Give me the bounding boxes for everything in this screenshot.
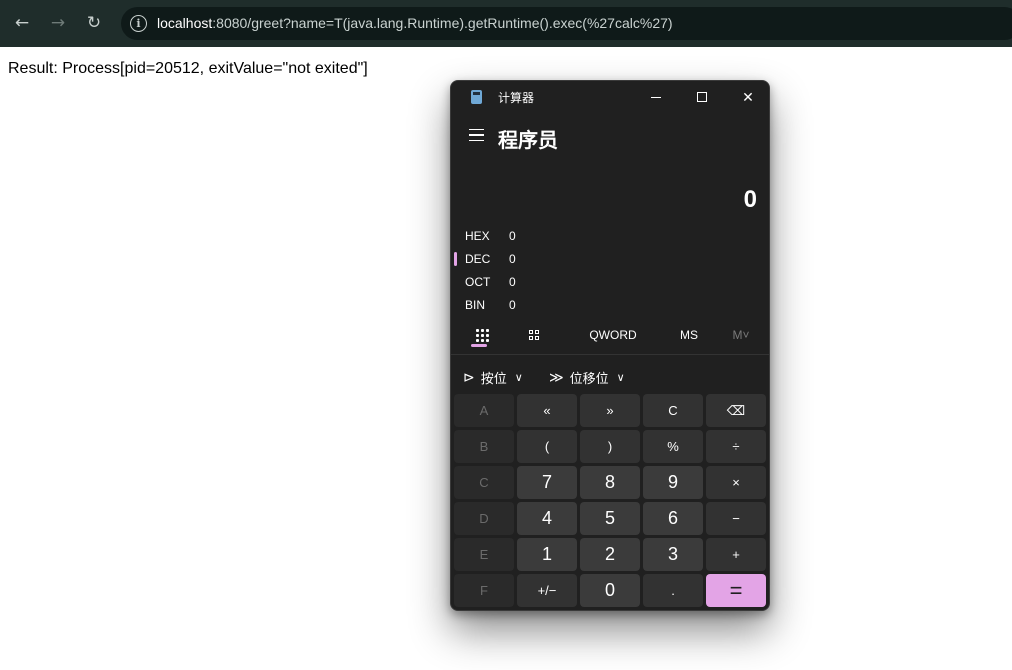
key-hex-d[interactable]: D [454, 502, 514, 535]
radix-row-hex[interactable]: HEX 0 [465, 226, 665, 246]
radix-row-dec[interactable]: DEC 0 [454, 249, 665, 269]
key-9[interactable]: 9 [643, 466, 703, 499]
bitwise-label: 按位 [480, 370, 507, 386]
minimize-button[interactable] [633, 81, 679, 113]
browser-toolbar: ← → ↻ i localhost:8080/greet?name=T(java… [0, 0, 1012, 47]
bitshift-dropdown[interactable]: ≫ 位移位 ∨ [549, 363, 625, 391]
key-clear[interactable]: C [643, 394, 703, 427]
address-bar[interactable]: i localhost:8080/greet?name=T(java.lang.… [121, 7, 1012, 40]
radix-value: 0 [509, 298, 516, 312]
logic-gate-icon: ⊳ [463, 368, 475, 385]
reload-button[interactable]: ↻ [81, 10, 107, 36]
key-shift-left[interactable]: « [517, 394, 577, 427]
mode-title: 程序员 [498, 130, 558, 152]
calculator-titlebar[interactable]: 计算器 ✕ [451, 81, 769, 113]
close-button[interactable]: ✕ [725, 81, 769, 113]
radix-label: BIN [465, 298, 486, 312]
radix-row-oct[interactable]: OCT 0 [465, 272, 665, 292]
close-icon: ✕ [742, 88, 754, 105]
bit-toggle-keypad-button[interactable] [521, 319, 547, 351]
key-negate[interactable]: +/− [517, 574, 577, 607]
url-host: localhost [157, 15, 213, 31]
radix-label: HEX [465, 229, 490, 243]
selected-radix-indicator [454, 252, 457, 266]
radix-value: 0 [509, 252, 516, 266]
key-modulo[interactable]: % [643, 430, 703, 463]
bitshift-label: 位移位 [569, 370, 609, 386]
bit-shift-icon: ≫ [549, 368, 564, 385]
memory-store-button[interactable]: MS [669, 319, 709, 351]
active-keypad-indicator [471, 344, 487, 347]
memory-view-button[interactable]: M˅ [723, 319, 759, 351]
toolbar-divider [451, 354, 769, 355]
key-open-paren[interactable]: ( [517, 430, 577, 463]
key-6[interactable]: 6 [643, 502, 703, 535]
bit-toggle-icon [529, 330, 539, 340]
key-3[interactable]: 3 [643, 538, 703, 571]
key-equals[interactable]: = [706, 574, 766, 607]
url-text[interactable]: localhost:8080/greet?name=T(java.lang.Ru… [157, 15, 673, 31]
minimize-icon [651, 96, 661, 98]
key-1[interactable]: 1 [517, 538, 577, 571]
hamburger-icon [468, 128, 484, 131]
key-divide[interactable]: ÷ [706, 430, 766, 463]
calculator-window: 计算器 ✕ 程序员 0 HEX 0 DEC 0 OCT 0 BIN 0 QWOR… [450, 80, 770, 611]
key-4[interactable]: 4 [517, 502, 577, 535]
site-info-icon[interactable]: i [130, 15, 147, 32]
key-5[interactable]: 5 [580, 502, 640, 535]
key-close-paren[interactable]: ) [580, 430, 640, 463]
key-multiply[interactable]: × [706, 466, 766, 499]
radix-value: 0 [509, 275, 516, 289]
operator-row: ⊳ 按位 ∨ ≫ 位移位 ∨ [451, 363, 769, 391]
key-hex-f[interactable]: F [454, 574, 514, 607]
maximize-button[interactable] [679, 81, 725, 113]
key-7[interactable]: 7 [517, 466, 577, 499]
arrow-right-icon: → [50, 12, 66, 33]
key-hex-e[interactable]: E [454, 538, 514, 571]
key-2[interactable]: 2 [580, 538, 640, 571]
forward-button[interactable]: → [45, 10, 71, 36]
calculator-display: 0 [743, 186, 757, 213]
bitwise-dropdown[interactable]: ⊳ 按位 ∨ [463, 363, 523, 391]
calculator-app-icon [471, 90, 482, 104]
chevron-down-icon: ∨ [616, 371, 625, 384]
calculator-toolbar: QWORD MS M˅ [451, 319, 769, 355]
key-add[interactable]: + [706, 538, 766, 571]
reload-icon: ↻ [86, 12, 102, 33]
window-title: 计算器 [498, 91, 535, 105]
radix-row-bin[interactable]: BIN 0 [465, 295, 665, 315]
chevron-down-icon: ∨ [514, 371, 523, 384]
back-button[interactable]: ← [9, 10, 35, 36]
key-8[interactable]: 8 [580, 466, 640, 499]
key-subtract[interactable]: − [706, 502, 766, 535]
radix-label: OCT [465, 275, 491, 289]
radix-label: DEC [465, 252, 491, 266]
radix-value: 0 [509, 229, 516, 243]
key-decimal[interactable]: . [643, 574, 703, 607]
maximize-icon [697, 92, 707, 102]
key-hex-a[interactable]: A [454, 394, 514, 427]
key-shift-right[interactable]: » [580, 394, 640, 427]
word-size-button[interactable]: QWORD [581, 319, 645, 351]
arrow-left-icon: ← [14, 12, 30, 33]
menu-button[interactable] [465, 124, 487, 146]
key-0[interactable]: 0 [580, 574, 640, 607]
url-path: :8080/greet?name=T(java.lang.Runtime).ge… [212, 15, 673, 31]
result-text: Result: Process[pid=20512, exitValue="no… [8, 60, 368, 77]
key-backspace[interactable]: ⌫ [706, 394, 766, 427]
key-hex-b[interactable]: B [454, 430, 514, 463]
keypad-icon [475, 328, 489, 342]
key-hex-c[interactable]: C [454, 466, 514, 499]
